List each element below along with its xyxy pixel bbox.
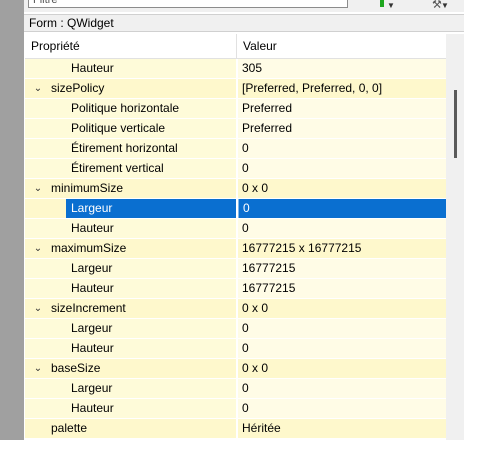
scrollbar-thumb[interactable] — [454, 90, 457, 158]
column-header-property[interactable]: Propriété — [25, 34, 237, 58]
property-value[interactable]: 0 — [238, 199, 446, 218]
property-name-cell[interactable]: ⌄ sizePolicy — [25, 79, 237, 98]
property-row[interactable]: Largeur 0 — [25, 199, 446, 219]
property-value[interactable]: 0 x 0 — [238, 179, 446, 198]
plus-icon — [380, 0, 384, 7]
property-row[interactable]: Largeur 0 — [25, 319, 446, 339]
property-name: Politique verticale — [71, 121, 166, 135]
property-name-cell[interactable]: palette — [25, 419, 237, 438]
property-row[interactable]: Politique verticale Preferred — [25, 119, 446, 139]
property-name: Étirement vertical — [71, 161, 164, 175]
property-row[interactable]: Hauteur 16777215 — [25, 279, 446, 299]
property-name: Hauteur — [71, 401, 114, 415]
property-group-row[interactable]: ⌄ baseSize 0 x 0 — [25, 359, 446, 379]
property-name-cell[interactable]: Largeur — [25, 199, 237, 218]
property-name-cell[interactable]: ⌄ baseSize — [25, 359, 237, 378]
property-value[interactable]: 0 — [238, 139, 446, 158]
property-name: Largeur — [71, 201, 113, 215]
property-name: sizePolicy — [51, 81, 105, 95]
chevron-down-icon[interactable]: ⌄ — [31, 359, 45, 378]
property-name-cell[interactable]: Largeur — [25, 259, 237, 278]
chevron-down-icon[interactable]: ⌄ — [31, 299, 45, 318]
property-row[interactable]: Étirement vertical 0 — [25, 159, 446, 179]
property-row[interactable]: Largeur 16777215 — [25, 259, 446, 279]
property-name-cell[interactable]: Hauteur — [25, 399, 237, 418]
chevron-down-icon[interactable]: ⌄ — [31, 239, 45, 258]
property-value[interactable]: [Preferred, Preferred, 0, 0] — [238, 79, 446, 98]
property-name: Politique horizontale — [71, 101, 180, 115]
property-name: Largeur — [71, 261, 113, 275]
property-name-cell[interactable]: Politique verticale — [25, 119, 237, 138]
add-property-button[interactable]: ▼ — [376, 0, 398, 10]
property-name: sizeIncrement — [51, 301, 126, 315]
property-value[interactable]: Héritée — [238, 419, 446, 438]
filter-input[interactable]: Filtre — [28, 0, 348, 8]
property-name-cell[interactable]: ⌄ minimumSize — [25, 179, 237, 198]
property-name-cell[interactable]: Étirement vertical — [25, 159, 237, 178]
property-name: Hauteur — [71, 281, 114, 295]
property-row[interactable]: Hauteur 0 — [25, 339, 446, 359]
property-value[interactable]: 305 — [238, 59, 446, 78]
table-header: Propriété Valeur — [25, 34, 446, 59]
property-name-cell[interactable]: Hauteur — [25, 279, 237, 298]
property-name-cell[interactable]: Hauteur — [25, 339, 237, 358]
property-row[interactable]: Politique horizontale Preferred — [25, 99, 446, 119]
property-group-row[interactable]: palette Héritée — [25, 419, 446, 439]
property-group-row[interactable]: ⌄ sizePolicy [Preferred, Preferred, 0, 0] — [25, 79, 446, 99]
property-value[interactable]: 0 — [238, 339, 446, 358]
caret-down-icon: ▼ — [387, 1, 395, 10]
property-name: Largeur — [71, 321, 113, 335]
property-value[interactable]: 16777215 — [238, 279, 446, 298]
property-value[interactable]: 16777215 x 16777215 — [238, 239, 446, 258]
configure-button[interactable]: ⚒ ▼ — [430, 0, 452, 11]
property-toolbar: Filtre ▼ ⚒ ▼ — [24, 0, 464, 12]
property-value[interactable]: 0 — [238, 319, 446, 338]
object-class-label: Form : QWidget — [24, 14, 464, 32]
property-name-cell[interactable]: Largeur — [25, 379, 237, 398]
vertical-scrollbar[interactable] — [446, 34, 464, 440]
property-value[interactable]: 0 x 0 — [238, 359, 446, 378]
property-group-row[interactable]: ⌄ maximumSize 16777215 x 16777215 — [25, 239, 446, 259]
property-value[interactable]: 0 — [238, 399, 446, 418]
bottom-margin — [0, 440, 485, 456]
left-panel-edge — [0, 0, 24, 440]
property-value[interactable]: 16777215 — [238, 259, 446, 278]
caret-down-icon: ▼ — [441, 1, 449, 10]
property-value[interactable]: 0 — [238, 219, 446, 238]
property-table: Propriété Valeur Hauteur 305 ⌄ sizePolicy [P… — [25, 34, 446, 440]
property-row[interactable]: Largeur 0 — [25, 379, 446, 399]
property-name-cell[interactable]: Hauteur — [25, 219, 237, 238]
property-group-row[interactable]: ⌄ sizeIncrement 0 x 0 — [25, 299, 446, 319]
chevron-down-icon[interactable]: ⌄ — [31, 79, 45, 98]
property-value[interactable]: 0 — [238, 159, 446, 178]
right-margin — [464, 0, 485, 440]
property-row[interactable]: Hauteur 0 — [25, 399, 446, 419]
property-name: Étirement horizontal — [71, 141, 178, 155]
property-name: maximumSize — [51, 241, 127, 255]
property-row[interactable]: Hauteur 0 — [25, 219, 446, 239]
property-name-cell[interactable]: ⌄ maximumSize — [25, 239, 237, 258]
chevron-down-icon[interactable]: ⌄ — [31, 179, 45, 198]
property-name: palette — [51, 421, 88, 435]
property-name: Hauteur — [71, 61, 114, 75]
property-rows: Hauteur 305 ⌄ sizePolicy [Preferred, Preferr… — [25, 59, 446, 439]
property-name-cell[interactable]: ⌄ sizeIncrement — [25, 299, 237, 318]
property-name-cell[interactable]: Largeur — [25, 319, 237, 338]
property-row[interactable]: Étirement horizontal 0 — [25, 139, 446, 159]
property-name: minimumSize — [51, 181, 124, 195]
property-name-cell[interactable]: Hauteur — [25, 59, 237, 78]
property-name-cell[interactable]: Politique horizontale — [25, 99, 237, 118]
column-header-value[interactable]: Valeur — [237, 34, 446, 58]
property-name: Hauteur — [71, 341, 114, 355]
property-value[interactable]: 0 x 0 — [238, 299, 446, 318]
property-value[interactable]: Preferred — [238, 119, 446, 138]
property-name-cell[interactable]: Étirement horizontal — [25, 139, 237, 158]
property-row[interactable]: Hauteur 305 — [25, 59, 446, 79]
property-value[interactable]: 0 — [238, 379, 446, 398]
property-name: Hauteur — [71, 221, 114, 235]
property-group-row[interactable]: ⌄ minimumSize 0 x 0 — [25, 179, 446, 199]
property-name: Largeur — [71, 381, 113, 395]
property-name: baseSize — [51, 361, 101, 375]
property-value[interactable]: Preferred — [238, 99, 446, 118]
